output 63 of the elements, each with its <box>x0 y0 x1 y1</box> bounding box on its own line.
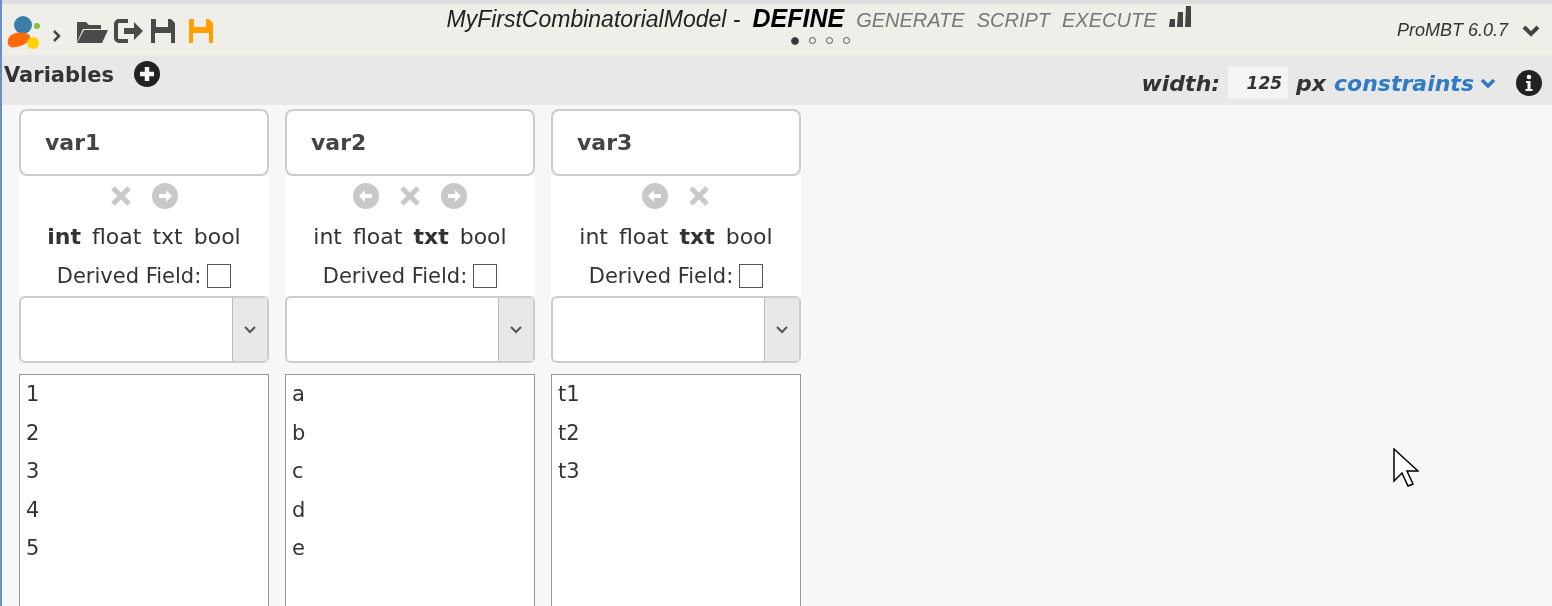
values-list[interactable]: 1 2 3 4 5 <box>19 374 269 606</box>
export-icon[interactable] <box>114 18 144 44</box>
type-option[interactable]: txt <box>679 223 715 249</box>
model-title: MyFirstCombinatorialModel - <box>446 6 741 33</box>
value-item: t2 <box>558 419 581 447</box>
derived-checkbox[interactable] <box>473 264 498 288</box>
type-option[interactable]: txt <box>413 223 449 249</box>
values-list[interactable]: a b c d e <box>285 374 535 606</box>
type-option[interactable]: txt <box>152 223 183 249</box>
value-item: 5 <box>26 535 41 562</box>
type-option[interactable]: float <box>353 223 403 249</box>
mode-tab[interactable]: DEFINE <box>752 4 845 33</box>
step-indicator[interactable] <box>790 37 799 45</box>
type-option[interactable]: int <box>313 223 342 249</box>
value-item: 4 <box>26 496 41 524</box>
chevron-right-icon[interactable] <box>52 29 62 43</box>
chevron-down-icon[interactable] <box>776 325 788 334</box>
derived-field-label: Derived Field: <box>322 264 468 288</box>
derived-checkbox[interactable] <box>207 264 232 288</box>
values-list[interactable]: t1 t2 t3 <box>551 374 801 606</box>
save-icon[interactable] <box>150 18 176 44</box>
version-label: ProMBT 6.0.7 <box>1396 20 1508 41</box>
type-option[interactable]: float <box>92 223 142 249</box>
type-option[interactable]: bool <box>459 223 507 249</box>
value-item: c <box>292 458 305 485</box>
variable-name-field[interactable]: var1 <box>19 109 269 176</box>
value-item: d <box>292 496 307 524</box>
chevron-down-icon[interactable] <box>244 325 256 334</box>
mode-tab[interactable]: GENERATE <box>856 9 965 32</box>
type-option[interactable]: bool <box>725 223 773 249</box>
value-item: 1 <box>26 381 41 408</box>
constraints-link[interactable]: constraints <box>1334 70 1496 96</box>
value-item: a <box>292 381 306 408</box>
variable-name-field[interactable]: var2 <box>285 109 535 176</box>
derived-field-label: Derived Field: <box>56 264 202 288</box>
info-icon[interactable] <box>1516 70 1542 96</box>
value-item: b <box>292 419 307 447</box>
value-item: e <box>292 535 306 562</box>
variables-heading: Variables <box>4 63 114 87</box>
derived-field-label: Derived Field: <box>588 264 734 288</box>
dropdown-field[interactable] <box>285 296 535 363</box>
add-icon[interactable] <box>134 61 160 87</box>
mode-tab[interactable]: SCRIPT <box>976 9 1050 32</box>
dropdown-field[interactable] <box>551 296 801 363</box>
width-label: width: <box>1141 70 1221 96</box>
mouse-cursor-icon <box>1393 448 1419 488</box>
value-item: 2 <box>26 419 41 447</box>
derived-checkbox[interactable] <box>739 264 764 288</box>
variable-name-field[interactable]: var3 <box>551 109 801 176</box>
chevron-down-icon[interactable] <box>1480 78 1496 88</box>
mode-tab[interactable]: EXECUTE <box>1062 9 1157 32</box>
type-option[interactable]: int <box>579 223 608 249</box>
value-item: 3 <box>26 458 41 485</box>
value-item: t3 <box>558 458 581 485</box>
unit-label: px <box>1296 70 1327 96</box>
type-option[interactable]: float <box>619 223 669 249</box>
value-item: t1 <box>558 381 581 408</box>
width-input[interactable]: 125 <box>1228 67 1289 99</box>
dropdown-field[interactable] <box>19 296 269 363</box>
type-option[interactable]: bool <box>193 223 241 249</box>
chevron-down-icon[interactable] <box>1522 24 1540 37</box>
type-option[interactable]: int <box>47 223 81 249</box>
chevron-down-icon[interactable] <box>510 325 522 334</box>
